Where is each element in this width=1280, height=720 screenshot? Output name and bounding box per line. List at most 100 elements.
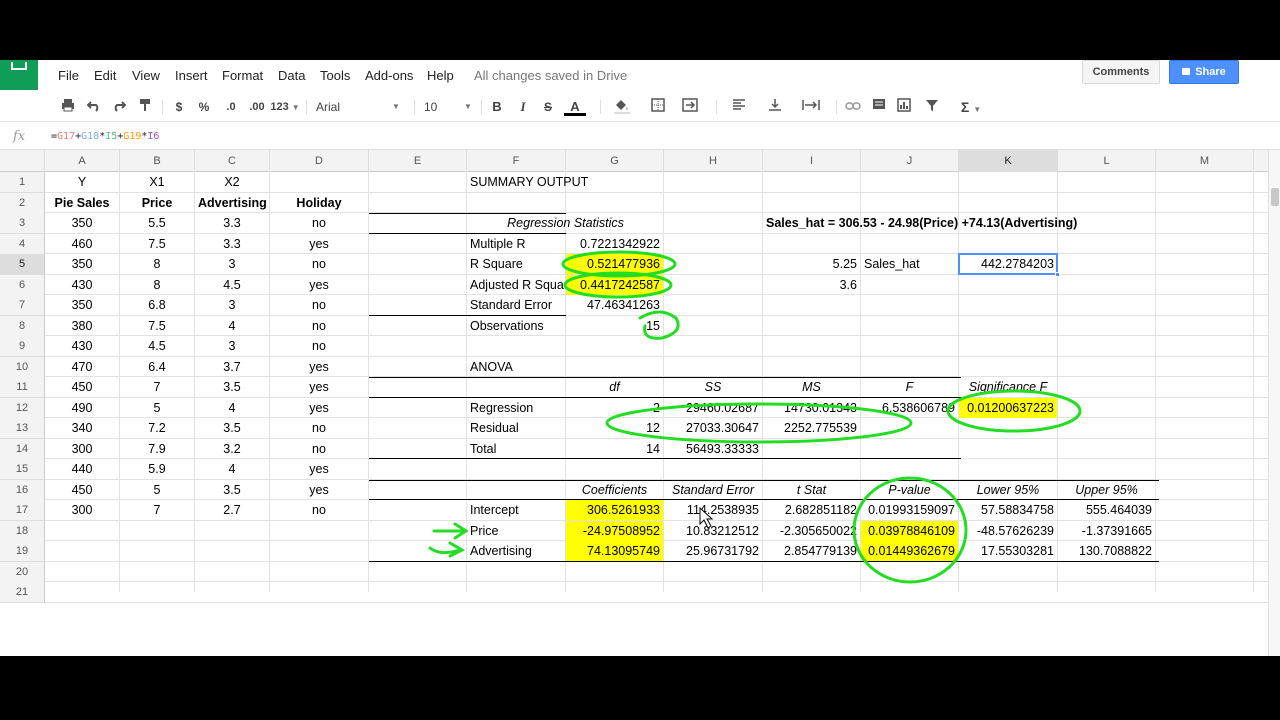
data-cell[interactable]: 4.5 <box>195 275 269 295</box>
data-cell[interactable]: 3.5 <box>195 418 269 438</box>
coef-value-cell[interactable]: 57.58834758 <box>959 500 1057 520</box>
coef-value-cell[interactable]: -24.97508952 <box>566 520 663 541</box>
fill-handle[interactable] <box>1055 271 1060 277</box>
row-header-6[interactable]: 6 <box>0 274 45 296</box>
advertising-input-cell[interactable]: 3.6 <box>763 275 860 295</box>
coef-header-cell[interactable]: t Stat <box>763 480 860 500</box>
anova-header-cell[interactable]: SS <box>664 377 762 397</box>
summary-title-cell[interactable]: SUMMARY OUTPUT <box>467 172 662 192</box>
menu-help[interactable]: Help <box>427 68 454 83</box>
anova-header-cell[interactable]: MS <box>763 377 860 397</box>
row-header-18[interactable]: 18 <box>0 520 45 542</box>
coef-header-cell[interactable]: P-value <box>861 480 958 500</box>
column-header-c[interactable]: C <box>195 150 270 172</box>
data-cell[interactable]: no <box>270 500 368 520</box>
bold-button[interactable]: B <box>490 98 504 116</box>
coef-header-cell[interactable]: Lower 95% <box>959 480 1057 500</box>
column-header-l[interactable]: L <box>1058 150 1156 172</box>
data-cell[interactable]: 8 <box>120 254 194 274</box>
row-header-14[interactable]: 14 <box>0 438 45 460</box>
text-color-button[interactable]: A <box>564 98 586 116</box>
column-header-k[interactable]: K <box>959 150 1058 172</box>
column-header-b[interactable]: B <box>120 150 195 172</box>
data-cell[interactable]: 4 <box>195 398 269 418</box>
filter-icon[interactable] <box>920 98 944 116</box>
stat-value-cell[interactable]: 0.7221342922 <box>566 234 663 254</box>
data-cell[interactable]: 4 <box>195 316 269 336</box>
stat-label-cell[interactable]: Observations <box>467 316 565 336</box>
font-family-dropdown[interactable]: Arial ▼ <box>316 98 404 116</box>
menu-edit[interactable]: Edit <box>94 68 116 83</box>
data-cell[interactable]: no <box>270 213 368 233</box>
data-cell[interactable]: 3.7 <box>195 357 269 377</box>
data-cell[interactable]: yes <box>270 234 368 254</box>
insert-link-icon[interactable] <box>844 98 862 116</box>
data-cell[interactable]: 8 <box>120 275 194 295</box>
data-cell[interactable]: no <box>270 418 368 438</box>
coef-value-cell[interactable]: 17.55303281 <box>959 541 1057 561</box>
row-header-21[interactable]: 21 <box>0 582 45 603</box>
data-cell[interactable]: 3.2 <box>195 439 269 459</box>
share-button[interactable]: Share <box>1169 60 1239 84</box>
anova-header-cell[interactable]: df <box>566 377 663 397</box>
vertical-scrollbar[interactable] <box>1268 150 1280 656</box>
row-header-16[interactable]: 16 <box>0 479 45 501</box>
stat-value-cell[interactable]: 0.521477936 <box>566 254 663 274</box>
menu-tools[interactable]: Tools <box>320 68 350 83</box>
redo-icon[interactable] <box>111 98 127 116</box>
data-cell[interactable]: 4.5 <box>120 336 194 356</box>
data-cell[interactable]: 7.9 <box>120 439 194 459</box>
row-header-19[interactable]: 19 <box>0 541 45 562</box>
data-cell[interactable]: yes <box>270 357 368 377</box>
stat-label-cell[interactable]: Adjusted R Squa <box>467 275 565 295</box>
data-cell[interactable]: 7 <box>120 500 194 520</box>
column-header-cell[interactable]: Holiday <box>270 193 368 213</box>
coef-value-cell[interactable]: 0.01993159097 <box>861 500 958 520</box>
data-cell[interactable]: 7 <box>120 377 194 397</box>
stat-label-cell[interactable]: Multiple R <box>467 234 565 254</box>
row-header-8[interactable]: 8 <box>0 315 45 337</box>
row-header-13[interactable]: 13 <box>0 418 45 439</box>
data-cell[interactable]: 430 <box>45 336 119 356</box>
data-cell[interactable]: 5.5 <box>120 213 194 233</box>
row-header-4[interactable]: 4 <box>0 233 45 255</box>
anova-value-cell[interactable]: 6.538606789 <box>861 398 958 418</box>
functions-button[interactable]: Σ ▼ <box>958 98 984 116</box>
italic-button[interactable]: I <box>516 98 530 116</box>
coef-value-cell[interactable]: -48.57626239 <box>959 521 1057 541</box>
coef-value-cell[interactable]: -1.37391665 <box>1058 521 1155 541</box>
data-cell[interactable]: 7.5 <box>120 316 194 336</box>
coef-value-cell[interactable]: 2.682851182 <box>763 500 860 520</box>
formula-input[interactable]: =G17+G18*I5+G19*I6 <box>51 131 159 142</box>
stat-value-cell[interactable]: 15 <box>566 316 663 336</box>
sales-hat-label-cell[interactable]: Sales_hat <box>861 254 958 274</box>
text-wrap-icon[interactable] <box>798 98 824 116</box>
coef-value-cell[interactable]: 114.2538935 <box>664 500 762 520</box>
anova-value-cell[interactable]: 56493.33333 <box>664 439 762 459</box>
data-cell[interactable]: no <box>270 295 368 315</box>
anova-value-cell[interactable]: 29460.02687 <box>664 398 762 418</box>
data-cell[interactable]: 300 <box>45 500 119 520</box>
anova-value-cell[interactable]: 2252.775539 <box>763 418 860 438</box>
data-cell[interactable]: 7.2 <box>120 418 194 438</box>
data-cell[interactable]: 450 <box>45 377 119 397</box>
coef-value-cell[interactable]: -2.305650022 <box>763 521 860 541</box>
decrease-decimals-button[interactable]: .0 <box>222 98 240 116</box>
data-cell[interactable]: 6.8 <box>120 295 194 315</box>
data-cell[interactable]: 380 <box>45 316 119 336</box>
anova-value-cell[interactable]: 12 <box>566 418 663 438</box>
row-header-10[interactable]: 10 <box>0 356 45 378</box>
row-header-12[interactable]: 12 <box>0 397 45 419</box>
coef-value-cell[interactable]: 25.96731792 <box>664 541 762 561</box>
merge-cells-icon[interactable] <box>680 98 700 116</box>
anova-label-cell[interactable]: Regression <box>467 398 565 418</box>
column-header-a[interactable]: A <box>45 150 120 172</box>
print-icon[interactable] <box>60 98 76 116</box>
coef-value-cell[interactable]: 555.464039 <box>1058 500 1155 520</box>
data-cell[interactable]: 470 <box>45 357 119 377</box>
row-header-1[interactable]: 1 <box>0 172 45 193</box>
more-formats-dropdown[interactable]: 123 ▼ <box>270 98 300 116</box>
menu-view[interactable]: View <box>132 68 160 83</box>
menu-file[interactable]: File <box>58 68 79 83</box>
coef-value-cell[interactable]: 74.13095749 <box>566 541 663 561</box>
